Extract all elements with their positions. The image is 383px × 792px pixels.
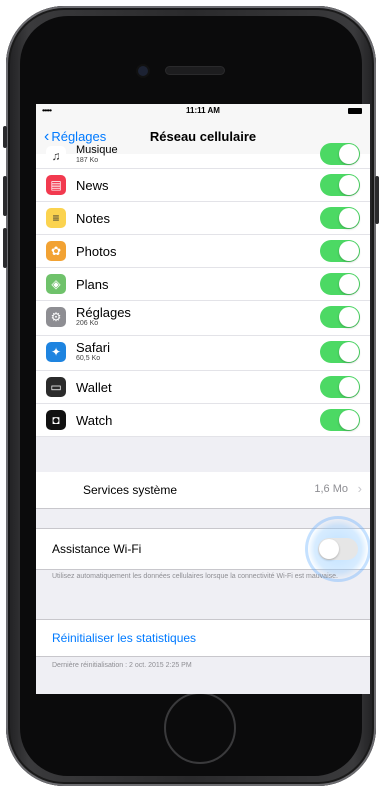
battery-icon — [348, 108, 362, 114]
app-data-usage: 60,5 Ko — [76, 355, 101, 362]
music-icon: ♫ — [46, 146, 66, 166]
app-name: Photos — [76, 244, 117, 259]
wifi-assist-description: Utilisez automatiquement les données cel… — [52, 573, 338, 580]
app-cellular-toggle[interactable] — [320, 306, 360, 328]
wifi-assist-label: Assistance Wi-Fi — [52, 542, 142, 556]
app-cellular-toggle[interactable] — [320, 143, 360, 165]
app-name: Wallet — [76, 380, 112, 395]
app-row: ▭ Wallet — [36, 371, 370, 404]
reset-statistics-row[interactable]: Réinitialiser les statistiques — [36, 619, 370, 657]
notes-icon: ≡ — [46, 208, 66, 228]
wallet-icon: ▭ — [46, 377, 66, 397]
wifi-assist-toggle[interactable] — [318, 538, 358, 560]
app-cellular-toggle[interactable] — [320, 376, 360, 398]
app-row: ♫ Musique 187 Ko — [36, 143, 370, 169]
settings-icon: ⚙ — [46, 307, 66, 327]
power-button — [375, 176, 379, 224]
app-cellular-toggle[interactable] — [320, 207, 360, 229]
app-name: Safari — [76, 340, 110, 355]
app-name: Watch — [76, 413, 113, 428]
front-camera — [138, 66, 148, 76]
app-cellular-list: ♫ Musique 187 Ko ▤ News ≡ Notes ✿ Photos ◈ Plans ⚙ R… — [36, 143, 370, 437]
app-name: Notes — [76, 211, 110, 226]
app-row: ▤ News — [36, 169, 370, 202]
photos-icon: ✿ — [46, 241, 66, 261]
app-data-usage: 187 Ko — [76, 157, 99, 164]
system-services-label: Services système — [83, 483, 178, 497]
app-row: ✦ Safari 60,5 Ko — [36, 336, 370, 371]
system-services-value: 1,6 Mo — [314, 483, 348, 495]
mute-switch — [3, 126, 7, 148]
app-cellular-toggle[interactable] — [320, 409, 360, 431]
safari-icon: ✦ — [46, 342, 66, 362]
app-row: ≡ Notes — [36, 202, 370, 235]
screen: ••••• 11:11 AM ‹ Réglages Réseau cellulai… — [36, 104, 370, 694]
volume-down-button — [3, 228, 7, 268]
chevron-right-icon: › — [357, 481, 362, 496]
app-row: ⚙ Réglages 206 Ko — [36, 301, 370, 336]
system-services-row[interactable]: Services système 1,6 Mo › — [36, 472, 370, 509]
app-row: ✿ Photos — [36, 235, 370, 268]
app-cellular-toggle[interactable] — [320, 174, 360, 196]
app-row: ◈ Plans — [36, 268, 370, 301]
status-bar: ••••• 11:11 AM — [36, 104, 370, 118]
last-reset-text: Dernière réinitialisation : 2 oct. 2015 … — [52, 662, 192, 669]
maps-icon: ◈ — [46, 274, 66, 294]
app-row: ◘ Watch — [36, 404, 370, 437]
app-name: Réglages — [76, 305, 131, 320]
reset-statistics-link[interactable]: Réinitialiser les statistiques — [52, 631, 196, 645]
app-name: Plans — [76, 277, 109, 292]
volume-up-button — [3, 176, 7, 216]
app-name: News — [76, 178, 109, 193]
page-title: Réseau cellulaire — [149, 129, 257, 144]
watch-icon: ◘ — [46, 410, 66, 430]
app-name: Musique — [76, 144, 118, 156]
app-cellular-toggle[interactable] — [320, 341, 360, 363]
earpiece-speaker — [166, 67, 224, 74]
news-icon: ▤ — [46, 175, 66, 195]
wifi-assist-row: Assistance Wi-Fi — [36, 519, 370, 579]
app-cellular-toggle[interactable] — [320, 273, 360, 295]
status-time: 11:11 AM — [186, 106, 220, 115]
home-button[interactable] — [164, 692, 236, 764]
app-data-usage: 206 Ko — [76, 320, 99, 327]
app-cellular-toggle[interactable] — [320, 240, 360, 262]
